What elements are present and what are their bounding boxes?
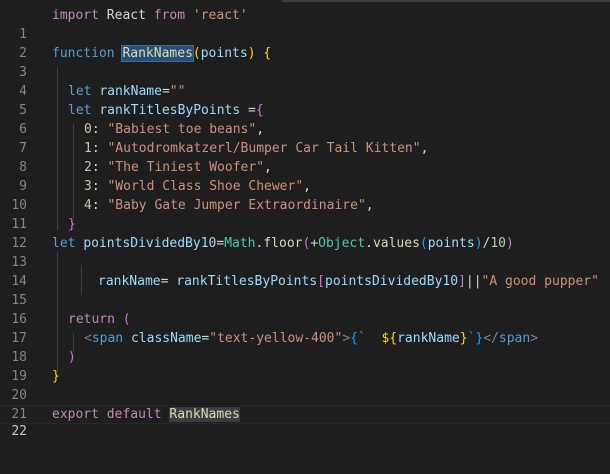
code-text: function RankNames(points) { <box>52 45 272 62</box>
code-line[interactable]: 12 } <box>0 215 610 251</box>
code-text: <span className="text-yellow-400">{` ${r… <box>84 331 539 346</box>
code-text: } <box>52 369 60 384</box>
code-text: 1: "Autodromkatzerl/Bumper Car Tail Kitt… <box>84 141 429 156</box>
code-text: 4: "Baby Gate Jumper Extraordinaire", <box>84 198 374 213</box>
code-line[interactable]: 16 <box>0 291 610 327</box>
code-line[interactable]: 3 function RankNames(points) { <box>0 44 610 80</box>
code-line[interactable]: 7 0: "Babiest toe beans", <box>0 120 610 156</box>
line-number: 22 <box>11 424 27 439</box>
code-line[interactable]: 18 <span className="text-yellow-400">{` … <box>0 329 610 365</box>
code-line[interactable]: 21 <box>0 386 610 422</box>
code-text: let rankTitlesByPoints ={ <box>68 103 264 118</box>
code-line[interactable]: 1 import React from 'react' <box>0 6 610 42</box>
code-line[interactable]: 6 let rankTitlesByPoints ={ <box>0 101 610 137</box>
code-text: 2: "The Tiniest Woofer", <box>84 160 272 175</box>
symbol-highlight: RankNames <box>121 45 194 62</box>
code-text: 0: "Babiest toe beans", <box>84 122 265 137</box>
code-text: import React from 'react' <box>52 8 248 23</box>
code-line[interactable]: 8 1: "Autodromkatzerl/Bumper Car Tail Ki… <box>0 139 610 175</box>
symbol-highlight: RankNames <box>169 407 240 422</box>
code-line[interactable]: 15 rankName= rankTitlesByPoints[pointsDi… <box>0 272 610 308</box>
code-line[interactable]: 4 <box>0 63 610 99</box>
code-text: ) <box>68 350 76 365</box>
code-line[interactable]: 19 ) <box>0 348 610 384</box>
code-line[interactable]: 20 } <box>0 367 610 403</box>
code-line[interactable]: 17 return ( <box>0 310 610 346</box>
code-line[interactable]: 5 let rankName="" <box>0 82 610 118</box>
code-line[interactable]: 2 <box>0 25 610 61</box>
code-line[interactable]: 9 2: "The Tiniest Woofer", <box>0 158 610 194</box>
code-line[interactable]: 10 3: "World Class Shoe Chewer", <box>0 177 610 213</box>
editor-tab-strip-edge <box>282 0 610 2</box>
code-text: export default RankNames <box>52 407 240 422</box>
code-line[interactable]: 13 let pointsDividedBy10=Math.floor(+Obj… <box>0 234 610 270</box>
code-editor[interactable]: 1 import React from 'react' 2 3 function… <box>0 0 610 444</box>
code-line[interactable]: 14 <box>0 253 610 289</box>
code-line[interactable]: 11 4: "Baby Gate Jumper Extraordinaire", <box>0 196 610 232</box>
code-text: let rankName="" <box>68 84 186 99</box>
code-text: return ( <box>68 312 131 327</box>
code-text: } <box>68 217 76 232</box>
code-text: rankName= rankTitlesByPoints[pointsDivid… <box>98 274 599 289</box>
code-line-current[interactable]: 22 export default RankNames <box>0 405 610 439</box>
code-text: let pointsDividedBy10=Math.floor(+Object… <box>52 236 514 251</box>
code-text: 3: "World Class Shoe Chewer", <box>84 179 311 194</box>
